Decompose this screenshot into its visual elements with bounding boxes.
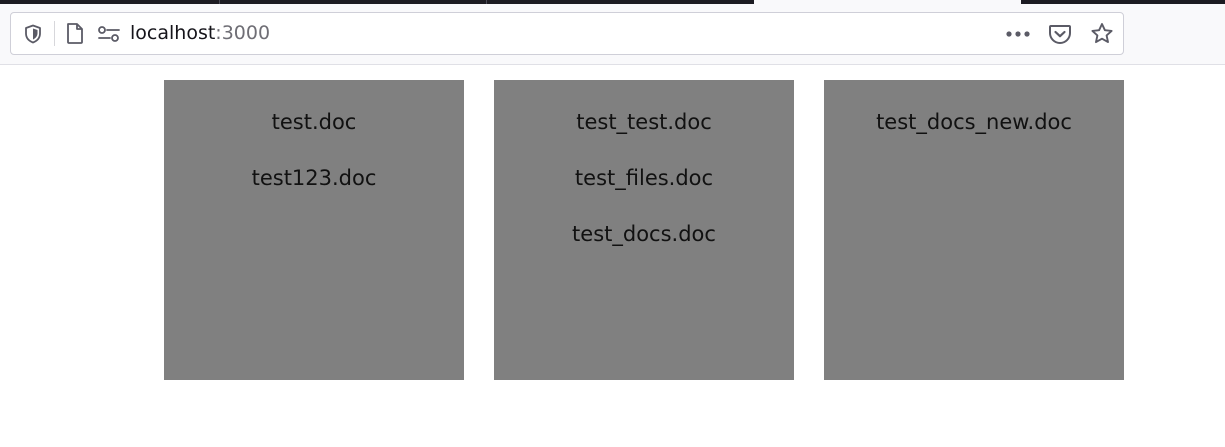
file-item[interactable]: test_files.doc — [494, 163, 794, 193]
file-item[interactable]: test_docs_new.doc — [824, 107, 1124, 137]
star-icon[interactable] — [1087, 13, 1117, 54]
file-item[interactable]: test.doc — [164, 107, 464, 137]
url-bar[interactable]: localhost:3000 — [10, 12, 1124, 55]
urlbar-divider — [54, 21, 55, 46]
folder-card: test.doc test123.doc — [164, 80, 464, 380]
more-icon[interactable] — [1003, 13, 1033, 54]
permissions-icon[interactable] — [95, 13, 123, 54]
shield-icon[interactable] — [21, 13, 45, 54]
page-icon[interactable] — [63, 13, 87, 54]
url-port: :3000 — [215, 22, 271, 44]
url-host: localhost — [130, 22, 216, 44]
url-text[interactable]: localhost:3000 — [130, 13, 270, 54]
pocket-icon[interactable] — [1045, 13, 1075, 54]
folder-card: test_docs_new.doc — [824, 80, 1124, 380]
folder-card: test_test.doc test_files.doc test_docs.d… — [494, 80, 794, 380]
navigation-toolbar: localhost:3000 — [0, 4, 1225, 65]
page-content: test.doc test123.doc test_test.doc test_… — [0, 66, 1225, 447]
file-item[interactable]: test_test.doc — [494, 107, 794, 137]
file-item[interactable]: test_docs.doc — [494, 219, 794, 249]
file-item[interactable]: test123.doc — [164, 163, 464, 193]
